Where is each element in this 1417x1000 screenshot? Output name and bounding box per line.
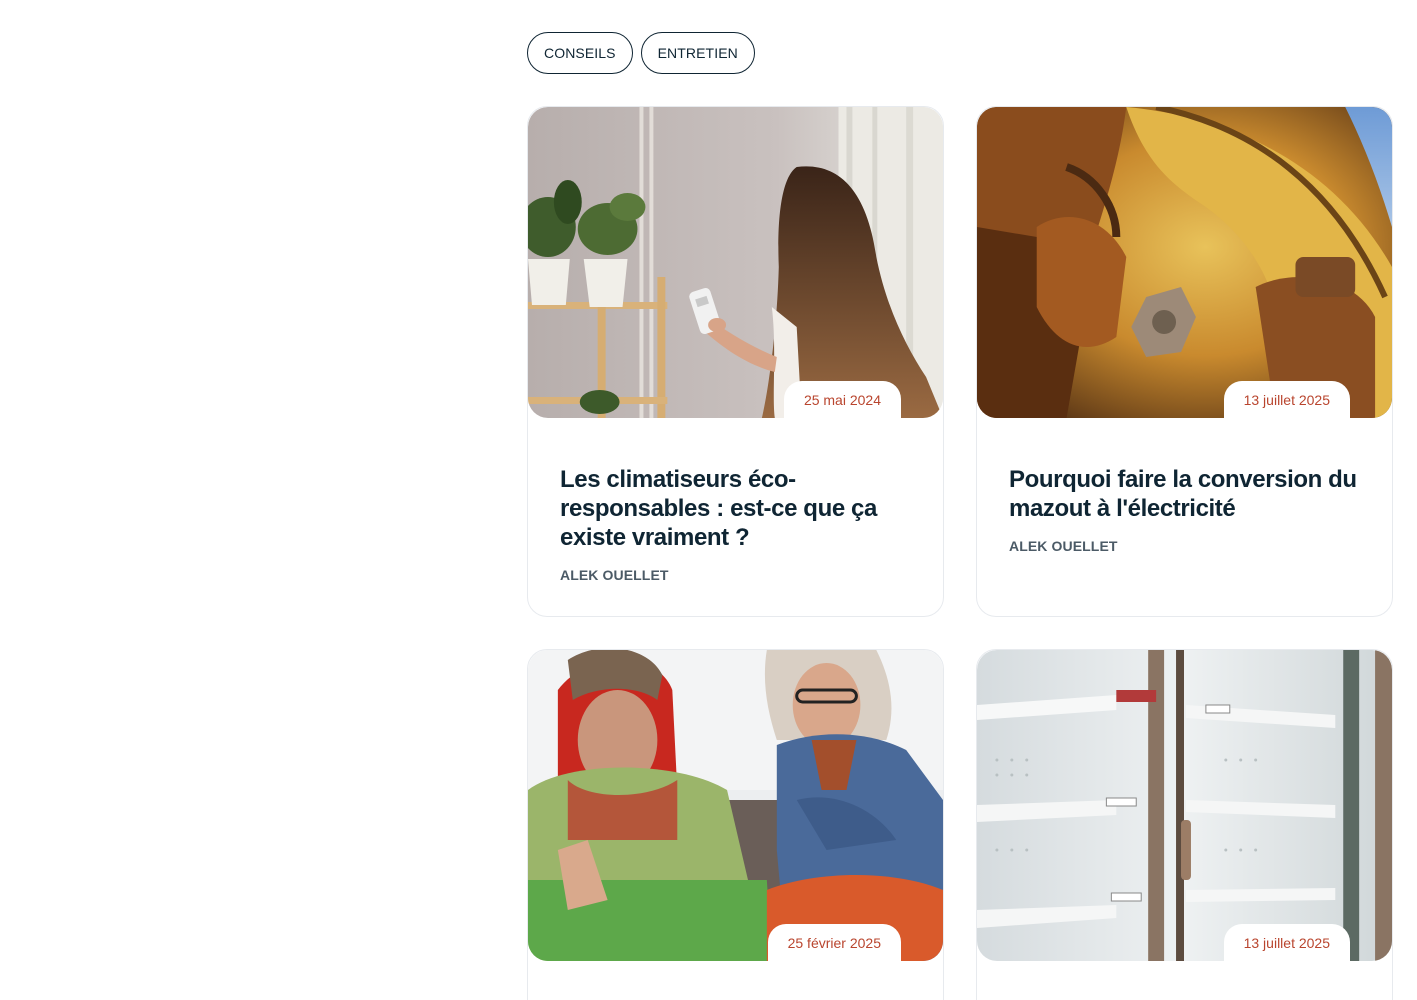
article-date: 25 mai 2024: [783, 381, 901, 418]
article-card[interactable]: 25 février 2025: [527, 649, 944, 1000]
blog-listing-page: CONSEILS ENTRETIEN 25 mai 2024 Les clima…: [0, 0, 1417, 1000]
article-card[interactable]: 25 mai 2024 Les climatiseurs éco-respons…: [527, 106, 944, 617]
article-date: 13 juillet 2025: [1223, 924, 1350, 961]
article-date: 25 février 2025: [767, 924, 901, 961]
article-card-body: Pourquoi faire la conversion du mazout à…: [977, 418, 1392, 554]
article-card-body: Les climatiseurs éco-responsables : est-…: [528, 418, 943, 583]
article-author: ALEK OUELLET: [560, 567, 669, 583]
article-title[interactable]: Les climatiseurs éco-responsables : est-…: [560, 465, 911, 552]
article-card[interactable]: 13 juillet 2025: [976, 649, 1393, 1000]
article-card[interactable]: 13 juillet 2025 Pourquoi faire la conver…: [976, 106, 1393, 617]
article-title[interactable]: Pourquoi faire la conversion du mazout à…: [1009, 465, 1360, 523]
tag-conseils[interactable]: CONSEILS: [527, 32, 633, 74]
article-date: 13 juillet 2025: [1223, 381, 1350, 418]
article-image-empty-freezer[interactable]: 13 juillet 2025: [977, 650, 1392, 961]
tag-filter-bar: CONSEILS ENTRETIEN: [527, 32, 755, 74]
article-image-cold-couple[interactable]: 25 février 2025: [528, 650, 943, 961]
article-photo: [528, 107, 943, 418]
tag-entretien[interactable]: ENTRETIEN: [640, 32, 755, 74]
article-image-woman-with-ac-remote[interactable]: 25 mai 2024: [528, 107, 943, 418]
article-author: ALEK OUELLET: [1009, 538, 1118, 554]
article-image-rusty-oil-valve[interactable]: 13 juillet 2025: [977, 107, 1392, 418]
article-photo: [977, 650, 1392, 961]
article-photo: [977, 107, 1392, 418]
article-photo: [528, 650, 943, 961]
